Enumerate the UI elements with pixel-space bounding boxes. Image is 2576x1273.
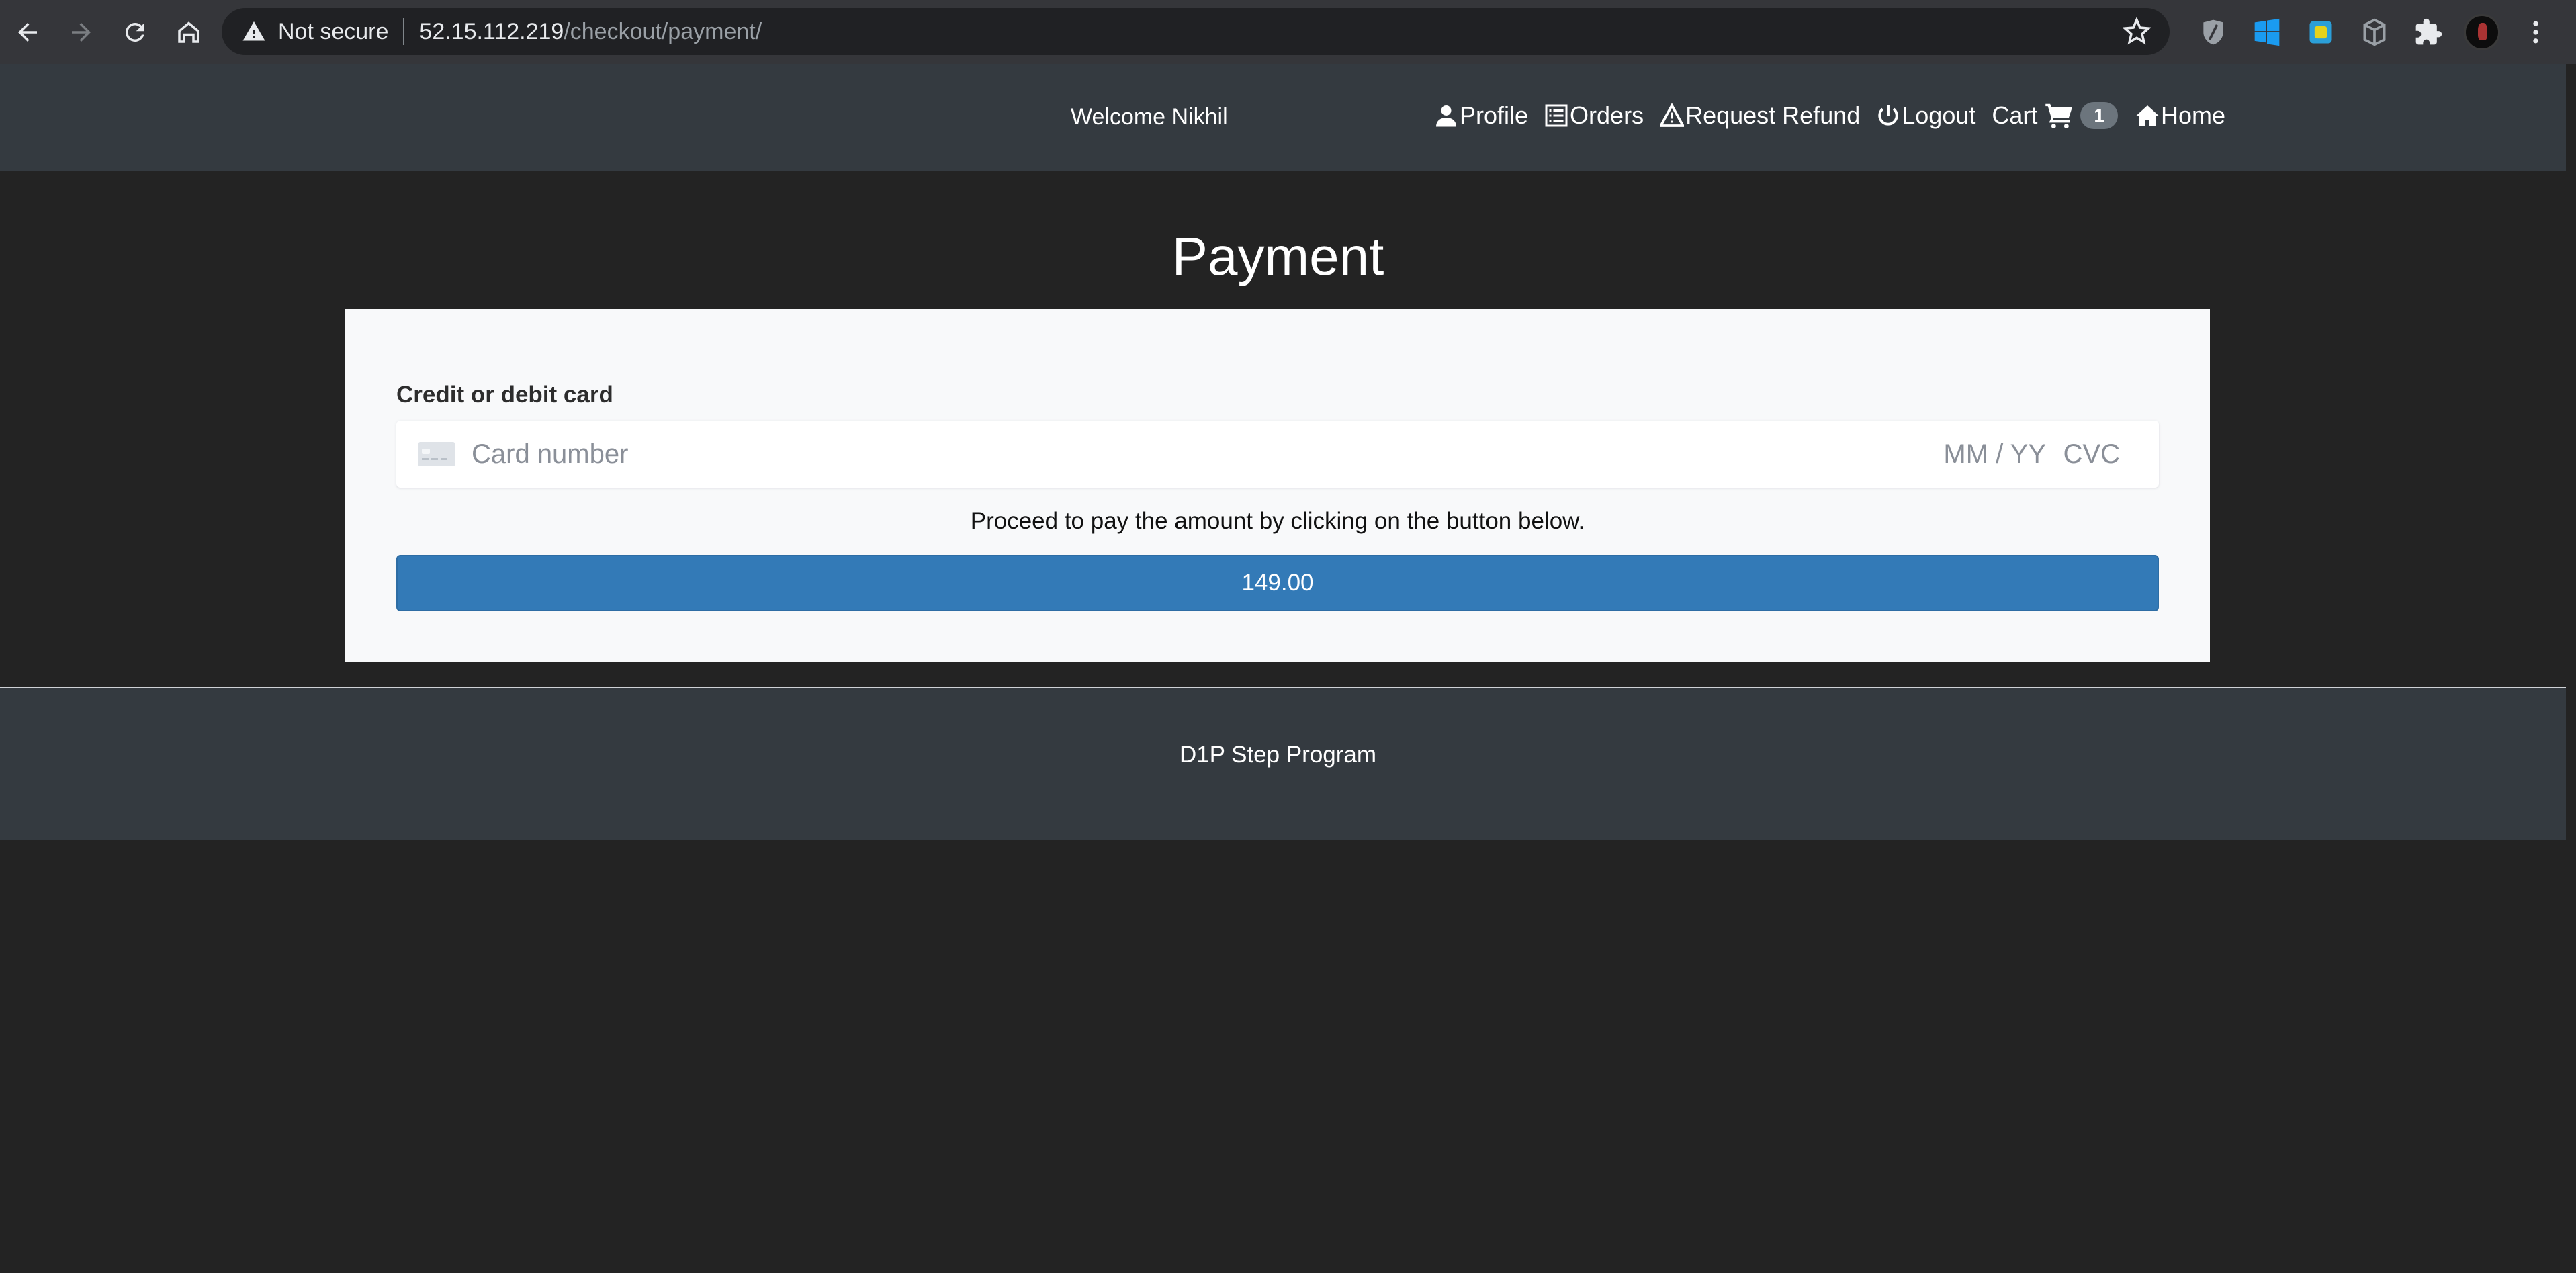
address-bar[interactable]: Not secure 52.15.112.219/checkout/paymen… [222, 8, 2170, 55]
page-title: Payment [1171, 226, 1384, 286]
reload-button[interactable] [109, 6, 161, 58]
main-nav: Profile Orders Request Refund Logout Car… [1434, 101, 2241, 130]
browser-toolbar: Not secure 52.15.112.219/checkout/paymen… [0, 0, 2576, 64]
payment-card: Credit or debit card Card number MM / YY… [345, 309, 2210, 662]
nav-logout-label: Logout [1902, 101, 1976, 129]
footer-text: D1P Step Program [1179, 742, 1377, 768]
credit-card-icon [418, 442, 455, 466]
power-icon [1878, 105, 1898, 126]
avatar [2464, 13, 2500, 50]
colorful-cube-icon [2309, 21, 2332, 43]
warning-icon [242, 21, 265, 41]
pay-button[interactable]: 149.00 [396, 555, 2159, 611]
windows-logo-icon [2254, 18, 2280, 46]
extensions-button[interactable] [2401, 5, 2455, 59]
shopping-cart-icon [2045, 103, 2073, 128]
forward-button[interactable] [55, 6, 107, 58]
list-alt-icon [1545, 104, 1568, 127]
nav-refund-link[interactable]: Request Refund [1660, 101, 1860, 130]
extension-shield[interactable] [2186, 5, 2240, 59]
page-scrollbar[interactable] [2566, 64, 2576, 1273]
home-outline-icon [178, 21, 199, 43]
not-secure-label[interactable]: Not secure [278, 19, 388, 45]
shield-extension-icon [2203, 19, 2223, 44]
card-expiry-input[interactable]: MM / YY [1943, 439, 2046, 470]
home-browser-button[interactable] [163, 6, 215, 58]
kebab-menu-icon [2533, 21, 2538, 43]
nav-profile-label: Profile [1460, 101, 1529, 129]
extension-box[interactable] [2348, 5, 2401, 59]
omnibox-divider [403, 18, 405, 45]
nav-refund-label: Request Refund [1685, 101, 1861, 129]
bookmark-star-icon[interactable] [2123, 17, 2151, 46]
profile-avatar-button[interactable] [2455, 5, 2509, 59]
url-host: 52.15.112.219 [419, 18, 564, 44]
welcome-message: Welcome Nikhil [1071, 104, 1228, 130]
nav-profile-link[interactable]: Profile [1434, 101, 1528, 130]
card-number-input[interactable]: Card number [472, 439, 628, 470]
cart-count-badge: 1 [2080, 102, 2118, 129]
forward-arrow-icon [72, 22, 91, 42]
url-path: /checkout/payment/ [564, 18, 762, 44]
user-icon [1436, 105, 1456, 127]
home-icon [2136, 105, 2159, 126]
back-button[interactable] [1, 6, 54, 58]
payment-instruction: Proceed to pay the amount by clicking on… [970, 508, 1585, 534]
warning-triangle-icon [1660, 103, 1685, 127]
nav-cart-link[interactable]: Cart 1 [1992, 101, 2122, 130]
browser-menu-button[interactable] [2509, 5, 2563, 59]
nav-home-label: Home [2160, 101, 2225, 129]
nav-orders-label: Orders [1570, 101, 1644, 129]
card-input-label: Credit or debit card [396, 382, 613, 408]
extension-windows[interactable] [2240, 5, 2294, 59]
card-cvc-input[interactable]: CVC [2063, 439, 2120, 470]
puzzle-icon [2415, 18, 2442, 44]
box-extension-icon [2363, 18, 2386, 46]
card-element-field[interactable]: Card number MM / YY CVC [396, 421, 2159, 488]
back-arrow-icon [18, 22, 37, 42]
nav-home-link[interactable]: Home [2135, 101, 2225, 130]
nav-logout-link[interactable]: Logout [1876, 101, 1975, 130]
reload-icon [126, 22, 144, 42]
extensions-area [2186, 0, 2563, 64]
site-header: Welcome Nikhil Profile Orders Request Re… [0, 64, 2566, 171]
nav-orders-link[interactable]: Orders [1544, 101, 1644, 130]
extension-cube[interactable] [2294, 5, 2348, 59]
site-footer: D1P Step Program [0, 688, 2566, 840]
nav-cart-label: Cart [1992, 101, 2038, 129]
